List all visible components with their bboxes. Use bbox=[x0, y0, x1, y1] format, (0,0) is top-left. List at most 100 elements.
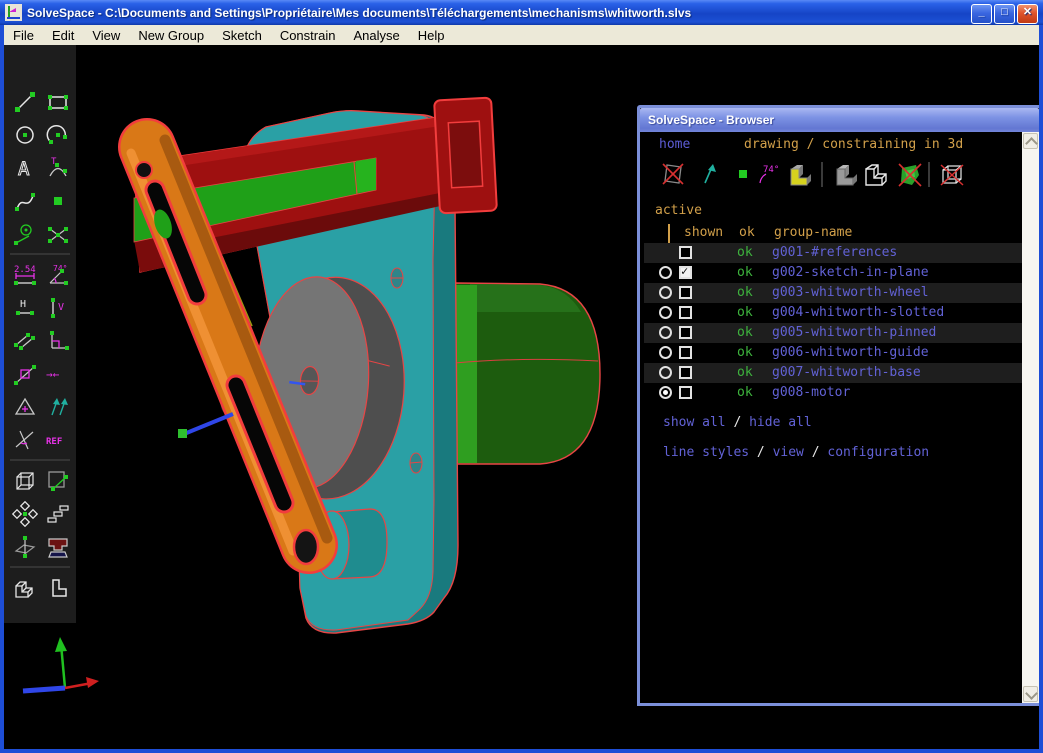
group-link[interactable]: g007-whitworth-base bbox=[772, 365, 921, 380]
ok-status: ok bbox=[737, 245, 753, 260]
scroll-down-button[interactable] bbox=[1023, 686, 1038, 702]
hide-all-link[interactable]: hide all bbox=[749, 415, 812, 430]
minimize-button[interactable]: _ bbox=[971, 4, 992, 24]
active-radio[interactable] bbox=[659, 366, 672, 379]
scroll-up-button[interactable] bbox=[1023, 133, 1038, 150]
boolean-difference-tool[interactable] bbox=[41, 530, 74, 563]
menu-file[interactable]: File bbox=[4, 27, 43, 44]
solid-model-shaded-icon[interactable] bbox=[786, 161, 814, 189]
construction-circle-tool[interactable] bbox=[8, 217, 41, 250]
active-radio[interactable] bbox=[659, 346, 672, 359]
group-link[interactable]: g008-motor bbox=[772, 385, 850, 400]
arm-bottom-hole[interactable] bbox=[292, 528, 320, 566]
active-radio[interactable] bbox=[659, 306, 672, 319]
arc-tool[interactable] bbox=[41, 118, 74, 151]
toolbar-separator bbox=[928, 162, 930, 187]
equal-constraint-tool[interactable] bbox=[8, 390, 41, 423]
parallel-constraint-tool[interactable] bbox=[8, 324, 41, 357]
group-link[interactable]: g004-whitworth-slotted bbox=[772, 305, 944, 320]
menu-sketch[interactable]: Sketch bbox=[213, 27, 271, 44]
wireframe-hidden-icon[interactable] bbox=[938, 161, 966, 189]
perpendicular-constraint-tool[interactable] bbox=[41, 324, 74, 357]
vertical-constraint-tool[interactable]: V bbox=[41, 291, 74, 324]
translate-group-tool[interactable] bbox=[41, 464, 74, 497]
angle-constraint-tool[interactable]: 74° bbox=[41, 258, 74, 291]
active-radio[interactable] bbox=[659, 386, 672, 399]
configuration-link[interactable]: configuration bbox=[827, 445, 929, 460]
svg-text:74°: 74° bbox=[763, 165, 779, 175]
svg-text:V: V bbox=[58, 302, 64, 313]
group-row: ok g008-motor bbox=[644, 383, 1022, 403]
shown-checkbox[interactable] bbox=[679, 286, 692, 299]
symmetric-constraint-tool[interactable]: →← bbox=[41, 357, 74, 390]
line-styles-link[interactable]: line styles bbox=[663, 445, 749, 460]
reference-dimension-tool[interactable]: REF bbox=[41, 423, 74, 456]
horizontal-constraint-tool[interactable]: H bbox=[8, 291, 41, 324]
other-angle-constraint-tool[interactable] bbox=[8, 423, 41, 456]
active-radio[interactable] bbox=[659, 286, 672, 299]
menu-analyse[interactable]: Analyse bbox=[344, 27, 408, 44]
model-motor[interactable] bbox=[454, 282, 601, 465]
solid-model-shell-icon[interactable] bbox=[861, 161, 889, 189]
shown-checkbox[interactable] bbox=[679, 386, 692, 399]
shown-checkbox[interactable] bbox=[679, 264, 692, 279]
shown-checkbox[interactable] bbox=[679, 306, 692, 319]
distance-constraint-tool[interactable]: 2.54 bbox=[8, 258, 41, 291]
group-link[interactable]: g006-whitworth-guide bbox=[772, 345, 929, 360]
browser-home-link[interactable]: home bbox=[659, 137, 690, 152]
point-icon[interactable] bbox=[730, 161, 756, 187]
sketch-in-plane-tool[interactable] bbox=[8, 530, 41, 563]
flat-part-tool[interactable] bbox=[41, 571, 74, 604]
datum-point-tool[interactable] bbox=[41, 184, 74, 217]
step-rotate-group-tool[interactable] bbox=[8, 497, 41, 530]
group-link[interactable]: g003-whitworth-wheel bbox=[772, 285, 929, 300]
view-link[interactable]: view bbox=[773, 445, 804, 460]
circle-tool[interactable] bbox=[8, 118, 41, 151]
angle-icon[interactable]: 74° bbox=[756, 161, 784, 187]
close-button[interactable]: ✕ bbox=[1017, 4, 1038, 24]
bezier-spline-tool[interactable] bbox=[8, 184, 41, 217]
shown-checkbox[interactable] bbox=[679, 346, 692, 359]
text-tool[interactable]: A bbox=[8, 151, 41, 184]
line-segment-tool[interactable] bbox=[8, 85, 41, 118]
shown-checkbox[interactable] bbox=[679, 246, 692, 259]
on-entity-constraint-tool[interactable] bbox=[8, 357, 41, 390]
browser-window[interactable]: SolveSpace - Browser home drawing / cons… bbox=[637, 105, 1039, 706]
normal-arrow-icon[interactable] bbox=[696, 161, 722, 187]
menu-view[interactable]: View bbox=[83, 27, 129, 44]
group-link[interactable]: g002-sketch-in-plane bbox=[772, 265, 929, 280]
group-row: ok g007-whitworth-base bbox=[644, 363, 1022, 383]
maximize-button[interactable]: □ bbox=[994, 4, 1015, 24]
active-radio[interactable] bbox=[659, 326, 672, 339]
union-solid-tool[interactable] bbox=[8, 571, 41, 604]
arm-top-hole[interactable] bbox=[135, 161, 153, 179]
ok-status: ok bbox=[737, 325, 753, 340]
solid-model-gray-icon[interactable] bbox=[832, 161, 860, 189]
mesh-hidden-icon[interactable] bbox=[896, 161, 924, 189]
rectangle-tool[interactable] bbox=[41, 85, 74, 118]
menu-edit[interactable]: Edit bbox=[43, 27, 83, 44]
group-link[interactable]: g001-#references bbox=[772, 245, 897, 260]
group-row: ok g002-sketch-in-plane bbox=[644, 263, 1022, 283]
show-all-link[interactable]: show all bbox=[663, 415, 726, 430]
slotted-bar-end-bracket[interactable] bbox=[433, 96, 498, 215]
extrude-group-tool[interactable] bbox=[8, 464, 41, 497]
window-border-bottom bbox=[0, 749, 1043, 753]
shown-checkbox[interactable] bbox=[679, 366, 692, 379]
parallel-normals-constraint-tool[interactable] bbox=[41, 390, 74, 423]
active-radio[interactable] bbox=[659, 266, 672, 279]
svg-text:REF: REF bbox=[46, 437, 62, 447]
menu-help[interactable]: Help bbox=[409, 27, 454, 44]
split-entities-tool[interactable] bbox=[41, 217, 74, 250]
browser-titlebar[interactable]: SolveSpace - Browser bbox=[640, 108, 1039, 132]
step-translate-group-tool[interactable] bbox=[41, 497, 74, 530]
shown-checkbox[interactable] bbox=[679, 326, 692, 339]
group-link[interactable]: g005-whitworth-pinned bbox=[772, 325, 936, 340]
menu-constrain[interactable]: Constrain bbox=[271, 27, 345, 44]
no-workplane-icon[interactable] bbox=[660, 161, 686, 187]
menu-new-group[interactable]: New Group bbox=[129, 27, 213, 44]
selection-axis[interactable] bbox=[178, 412, 234, 438]
window-titlebar[interactable]: SolveSpace - C:\Documents and Settings\P… bbox=[0, 0, 1043, 25]
tangent-arc-tool[interactable]: T bbox=[41, 151, 74, 184]
browser-scrollbar[interactable] bbox=[1022, 132, 1039, 703]
